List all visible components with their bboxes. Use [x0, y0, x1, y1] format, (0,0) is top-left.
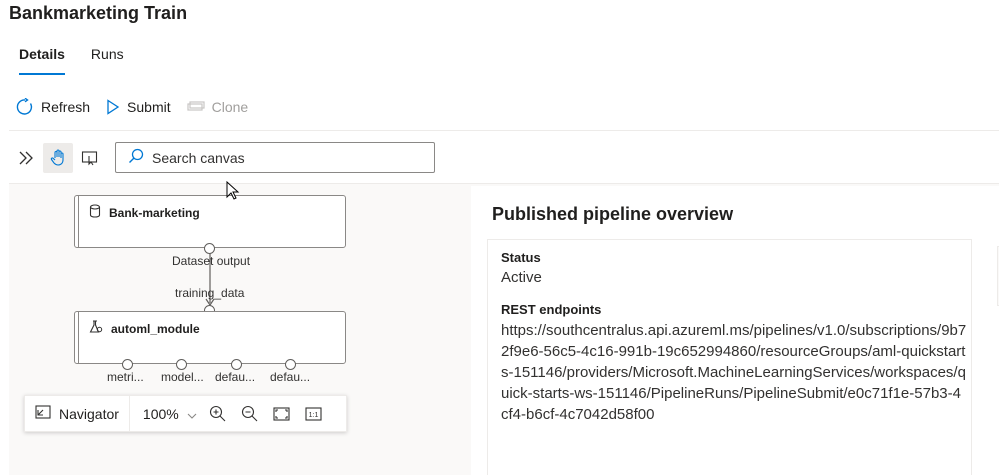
output-port-metrics[interactable] — [122, 359, 133, 370]
svg-text:1:1: 1:1 — [309, 412, 319, 419]
training-data-label: training_data — [175, 286, 245, 300]
output-label-default-1: defau... — [215, 370, 256, 384]
output-port-default-1[interactable] — [231, 359, 242, 370]
refresh-button[interactable]: Refresh — [16, 98, 90, 116]
rest-endpoint-url[interactable]: https://southcentralus.api.azureml.ms/pi… — [501, 320, 967, 425]
page-title: Bankmarketing Train — [9, 3, 188, 23]
zoom-out-icon[interactable] — [234, 405, 266, 422]
tab-bar: Details Runs — [19, 46, 124, 75]
actual-size-icon[interactable]: 1:1 — [298, 406, 330, 421]
automl-flask-icon — [89, 320, 103, 337]
overview-card: Status Active REST endpoints https://sou… — [487, 239, 972, 475]
output-label-default-2: defau... — [270, 370, 311, 384]
refresh-label: Refresh — [41, 99, 91, 115]
clone-icon — [187, 100, 205, 114]
mouse-cursor-icon — [226, 181, 240, 200]
dataset-node-header: Bank-marketing — [89, 204, 200, 221]
clone-label: Clone — [211, 99, 249, 115]
refresh-icon — [16, 98, 34, 116]
navigator-button[interactable]: Navigator — [25, 396, 130, 431]
database-icon — [89, 204, 101, 221]
command-bar: Refresh Submit Clone — [16, 98, 248, 116]
dataset-output-port[interactable] — [204, 243, 215, 254]
pipeline-overview-panel: Published pipeline overview Status Activ… — [471, 186, 999, 475]
tab-runs[interactable]: Runs — [91, 46, 124, 72]
output-label-metrics: metri... — [107, 370, 144, 384]
submit-label: Submit — [127, 99, 171, 115]
zoom-level-value: 100% — [142, 405, 179, 422]
dataset-node-title: Bank-marketing — [109, 205, 200, 220]
automl-node[interactable]: automl_module — [74, 311, 346, 364]
tab-details[interactable]: Details — [19, 46, 65, 75]
output-label-model: model... — [161, 370, 204, 384]
status-value: Active — [501, 269, 542, 286]
clone-button[interactable]: Clone — [187, 99, 249, 115]
automl-node-header: automl_module — [89, 320, 200, 337]
zoom-level-dropdown[interactable]: 100% — [130, 406, 202, 422]
output-port-default-2[interactable] — [285, 359, 296, 370]
play-icon — [106, 99, 120, 115]
navigator-toolbar: Navigator 100% 1:1 — [24, 395, 347, 432]
automl-node-title: automl_module — [111, 321, 200, 336]
navigator-icon — [35, 405, 51, 422]
dataset-output-label: Dataset output — [172, 254, 251, 268]
navigator-label: Navigator — [59, 405, 119, 422]
overview-title: Published pipeline overview — [492, 204, 734, 224]
fit-to-screen-icon[interactable] — [266, 406, 298, 421]
submit-button[interactable]: Submit — [106, 99, 171, 115]
status-label: Status — [501, 250, 541, 265]
pipeline-canvas[interactable]: Bank-marketing Dataset output training_d… — [9, 130, 999, 475]
chevron-down-icon — [187, 406, 197, 422]
output-port-model[interactable] — [176, 359, 187, 370]
dataset-node[interactable]: Bank-marketing — [74, 195, 346, 248]
zoom-in-icon[interactable] — [202, 405, 234, 422]
rest-endpoints-label: REST endpoints — [501, 302, 602, 317]
